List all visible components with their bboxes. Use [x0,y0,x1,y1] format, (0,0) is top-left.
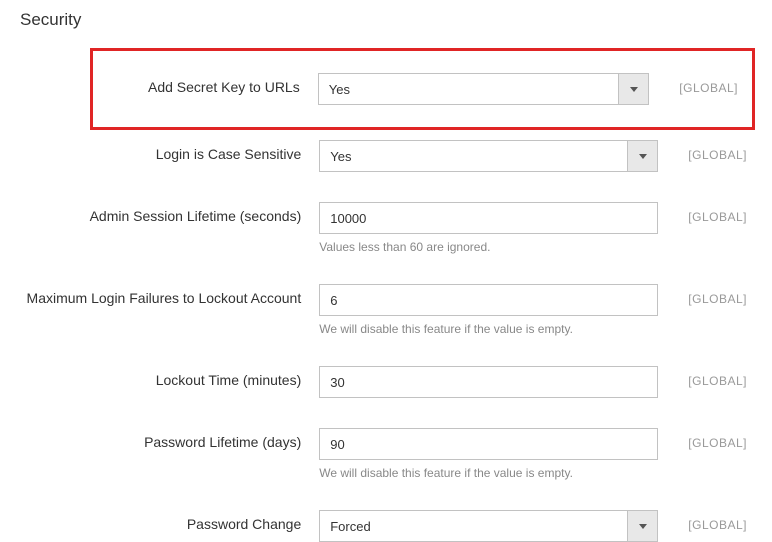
select-toggle[interactable] [627,141,657,171]
scope-label: [GLOBAL] [658,428,747,450]
field-label: Login is Case Sensitive [20,140,319,162]
field-password-change: Password Change Forced [GLOBAL] [20,510,747,542]
field-label: Password Lifetime (days) [20,428,319,450]
select-toggle[interactable] [627,511,657,541]
scope-label: [GLOBAL] [658,140,747,162]
scope-label: [GLOBAL] [658,202,747,224]
section-title: Security [20,10,747,30]
field-label: Maximum Login Failures to Lockout Accoun… [20,284,319,306]
field-session-lifetime: Admin Session Lifetime (seconds) Values … [20,202,747,254]
scope-label: [GLOBAL] [658,366,747,388]
session-lifetime-input[interactable] [319,202,658,234]
field-label: Lockout Time (minutes) [20,366,319,388]
field-label: Password Change [20,510,319,532]
chevron-down-icon [639,154,647,159]
highlighted-row: Add Secret Key to URLs Yes [GLOBAL] [90,48,755,130]
field-case-sensitive: Login is Case Sensitive Yes [GLOBAL] [20,140,747,172]
secret-key-select[interactable]: Yes [318,73,650,105]
chevron-down-icon [630,87,638,92]
field-hint: Values less than 60 are ignored. [319,240,658,254]
select-value: Forced [320,519,627,534]
field-secret-key: Add Secret Key to URLs Yes [GLOBAL] [93,73,738,105]
select-value: Yes [319,82,619,97]
field-label: Add Secret Key to URLs [93,73,318,95]
field-hint: We will disable this feature if the valu… [319,322,658,336]
scope-label: [GLOBAL] [649,73,738,95]
case-sensitive-select[interactable]: Yes [319,140,658,172]
max-failures-input[interactable] [319,284,658,316]
chevron-down-icon [639,524,647,529]
password-lifetime-input[interactable] [319,428,658,460]
select-toggle[interactable] [618,74,648,104]
lockout-time-input[interactable] [319,366,658,398]
field-password-lifetime: Password Lifetime (days) We will disable… [20,428,747,480]
field-max-failures: Maximum Login Failures to Lockout Accoun… [20,284,747,336]
select-value: Yes [320,149,627,164]
field-hint: We will disable this feature if the valu… [319,466,658,480]
scope-label: [GLOBAL] [658,510,747,532]
field-label: Admin Session Lifetime (seconds) [20,202,319,224]
field-lockout-time: Lockout Time (minutes) [GLOBAL] [20,366,747,398]
password-change-select[interactable]: Forced [319,510,658,542]
scope-label: [GLOBAL] [658,284,747,306]
